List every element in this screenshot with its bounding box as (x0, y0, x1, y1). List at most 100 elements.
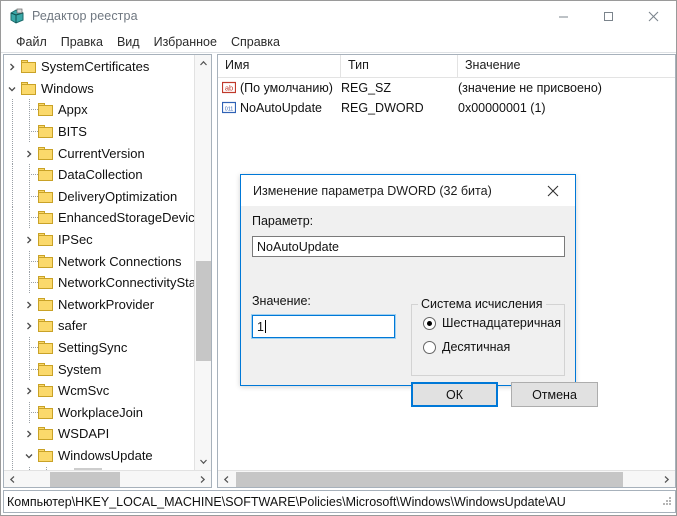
tree-item[interactable]: WorkplaceJoin (4, 401, 195, 424)
scroll-left-icon[interactable] (218, 471, 235, 487)
tree-item[interactable]: Windows (4, 78, 195, 100)
chevron-down-icon[interactable] (21, 445, 38, 466)
base-groupbox-label: Система исчисления (418, 297, 546, 311)
radio-decimal[interactable]: Десятичная (423, 340, 510, 354)
param-name-input[interactable]: NoAutoUpdate (252, 236, 565, 257)
folder-icon (38, 103, 53, 117)
chevron-right-icon[interactable] (21, 229, 38, 250)
tree-item-label: DeliveryOptimization (58, 188, 178, 204)
column-header-value[interactable]: Значение (458, 55, 673, 78)
dword-value-icon: 011 (221, 101, 237, 115)
tree-item[interactable]: CurrentVersion (4, 142, 195, 164)
svg-text:011: 011 (225, 107, 234, 113)
chevron-right-icon[interactable] (21, 380, 38, 401)
chevron-right-icon[interactable] (21, 294, 38, 315)
value-name: (По умолчанию) (240, 81, 333, 95)
tree-indent-guide (4, 293, 21, 315)
scroll-up-icon[interactable] (195, 55, 211, 72)
scroll-down-icon[interactable] (195, 453, 211, 470)
tree-indent-guide (4, 358, 21, 380)
tree-item[interactable]: System (4, 358, 195, 380)
tree-item[interactable]: NetworkConnectivityStatusIndicator (4, 272, 195, 294)
value-type-cell: REG_SZ (341, 81, 392, 95)
table-row[interactable]: ab (По умолчанию) REG_SZ (значение не присв… (218, 78, 675, 98)
tree-indent-guide (4, 207, 21, 229)
radio-dot-icon (423, 316, 436, 330)
tree-item[interactable]: IPSec (4, 229, 195, 251)
chevron-right-icon[interactable] (21, 315, 38, 336)
tree-indent-guide (4, 99, 21, 121)
tree-vertical-scrollbar[interactable] (194, 55, 211, 470)
tree-scroll-thumb[interactable] (196, 261, 211, 361)
column-header-type[interactable]: Тип (341, 55, 458, 78)
tree-indent-guide (4, 272, 21, 294)
tree-connector (21, 358, 38, 380)
folder-icon (38, 146, 53, 160)
scroll-right-icon[interactable] (658, 471, 675, 487)
dialog-title-bar: Изменение параметра DWORD (32 бита) (241, 175, 575, 206)
registry-path-text: Компьютер\HKEY_LOCAL_MACHINE\SOFTWARE\Po… (7, 494, 566, 509)
menu-item-edit[interactable]: Правка (54, 33, 110, 51)
tree-item[interactable]: WcmSvc (4, 380, 195, 402)
chevron-right-icon[interactable] (21, 143, 38, 164)
folder-icon (38, 233, 53, 247)
folder-icon (38, 297, 53, 311)
close-button[interactable] (631, 1, 676, 31)
list-rows: ab (По умолчанию) REG_SZ (значение не присв… (218, 78, 675, 118)
menu-item-help[interactable]: Справка (224, 33, 287, 51)
tree-item[interactable]: WindowsUpdate (4, 444, 195, 467)
maximize-button[interactable] (586, 1, 631, 31)
table-row[interactable]: 011 NoAutoUpdate REG_DWORD 0x00000001 (1) (218, 98, 675, 118)
ok-button[interactable]: ОК (411, 382, 498, 407)
status-bar: Компьютер\HKEY_LOCAL_MACHINE\SOFTWARE\Po… (3, 490, 676, 513)
tree-item[interactable]: BITS (4, 121, 195, 143)
value-label: Значение: (252, 294, 311, 308)
param-name-value: NoAutoUpdate (257, 239, 340, 254)
tree-item-label: Network Connections (58, 253, 182, 269)
tree-item[interactable]: safer (4, 315, 195, 337)
value-data-text: 1 (257, 319, 264, 334)
tree-indent-guide (4, 164, 21, 186)
tree-item[interactable]: SystemCertificates (4, 56, 195, 78)
chevron-right-icon[interactable] (4, 56, 21, 77)
string-value-icon: ab (221, 81, 237, 95)
column-header-name[interactable]: Имя (218, 55, 341, 78)
tree-item[interactable]: Network Connections (4, 250, 195, 272)
folder-icon (38, 384, 53, 398)
svg-text:ab: ab (225, 84, 233, 93)
radio-hexadecimal[interactable]: Шестнадцатеричная (423, 316, 561, 330)
tree-horizontal-scrollbar[interactable] (4, 470, 211, 487)
scroll-left-icon[interactable] (4, 471, 21, 487)
menu-bar: Файл Правка Вид Избранное Справка (1, 31, 676, 53)
tree-item[interactable]: DataCollection (4, 164, 195, 186)
tree-indent-guide (4, 337, 21, 359)
tree-item[interactable]: EnhancedStorageDevices (4, 207, 195, 229)
scroll-right-icon[interactable] (194, 471, 211, 487)
cancel-button[interactable]: Отмена (511, 382, 598, 407)
radio-decimal-label: Десятичная (442, 340, 511, 354)
registry-tree[interactable]: SystemCertificates Windows Appx BITS Current… (4, 55, 195, 470)
chevron-right-icon[interactable] (21, 423, 38, 444)
dialog-close-button[interactable] (530, 175, 575, 206)
tree-item[interactable]: NetworkProvider (4, 293, 195, 316)
value-type-cell: REG_DWORD (341, 101, 424, 115)
tree-hscroll-thumb[interactable] (50, 472, 120, 487)
menu-item-view[interactable]: Вид (110, 33, 147, 51)
menu-item-file[interactable]: Файл (9, 33, 54, 51)
folder-icon (38, 276, 53, 290)
menu-item-favorites[interactable]: Избранное (147, 33, 224, 51)
tree-item[interactable]: DeliveryOptimization (4, 185, 195, 208)
value-data-cell: 0x00000001 (1) (458, 101, 546, 115)
tree-item[interactable]: SettingSync (4, 337, 195, 359)
chevron-down-icon[interactable] (4, 78, 21, 99)
minimize-button[interactable] (541, 1, 586, 31)
list-horizontal-scrollbar[interactable] (218, 470, 675, 487)
tree-item[interactable]: WSDAPI (4, 423, 195, 445)
tree-item[interactable]: Appx (4, 99, 195, 121)
tree-connector (21, 207, 38, 229)
dialog-body: Параметр: NoAutoUpdate Значение: 1 Систе… (241, 206, 598, 407)
value-data-input[interactable]: 1 (251, 314, 396, 339)
list-hscroll-thumb[interactable] (236, 472, 623, 487)
registry-tree-pane: SystemCertificates Windows Appx BITS Current… (3, 54, 212, 488)
resize-grip-icon[interactable] (662, 495, 672, 509)
